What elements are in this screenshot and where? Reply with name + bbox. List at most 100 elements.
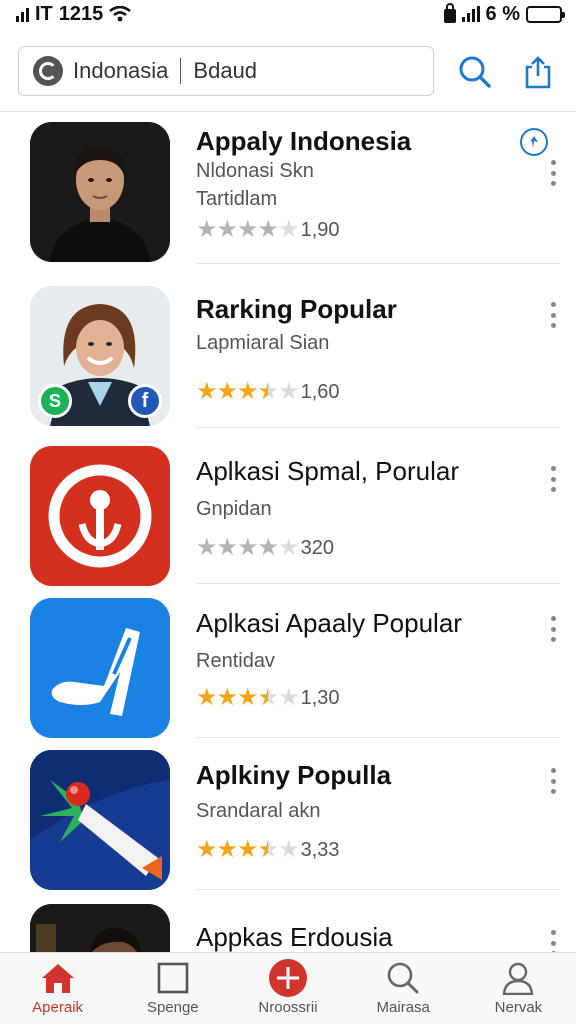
tab-add[interactable]: Nroossrii — [230, 953, 345, 1024]
share-button[interactable] — [518, 52, 558, 92]
tab-label: Spenge — [146, 999, 199, 1016]
rating-stars: ★ ★ ★ ★ ★ — [196, 684, 300, 711]
chat-badge-icon: S — [38, 384, 72, 418]
search-button[interactable] — [455, 52, 495, 92]
more-options-button[interactable] — [548, 930, 558, 952]
app-list-item[interactable]: Aplkasi Spmal, Porular Gnpidan ★ ★ ★ ★ ★ 320 — [0, 432, 576, 586]
portrait-partial-icon — [30, 904, 170, 952]
search-secondary: Bdaud — [193, 58, 258, 83]
status-bar: IT 1215 6 % — [0, 0, 576, 28]
star-icon: ★ — [216, 378, 238, 405]
star-icon: ★ — [216, 534, 238, 561]
star-icon: ★ — [237, 836, 258, 863]
star-icon: ★ — [257, 836, 279, 863]
app-subtitle: Srandaral akn — [196, 800, 321, 822]
header: Indonasia Bdaud — [0, 30, 576, 112]
pin-badge-icon[interactable] — [520, 128, 548, 156]
star-icon: ★ — [196, 684, 217, 711]
app-title: Aplkasi Spmal, Porular — [196, 456, 459, 486]
app-list-item[interactable]: Aplkasi Apaaly Popular Rentidav ★ ★ ★ ★ ★ 1,… — [0, 586, 576, 738]
app-title: Appkas Erdousia — [196, 922, 393, 952]
app-list-item[interactable]: Appkas Erdousia — [0, 890, 576, 952]
more-options-button[interactable] — [548, 616, 558, 642]
tab-home[interactable]: Aperaik — [0, 953, 115, 1024]
star-icon: ★ — [257, 684, 279, 711]
app-subtitle: Rentidav — [196, 650, 275, 672]
battery-icon — [526, 5, 565, 23]
star-icon: ★ — [278, 216, 299, 243]
star-icon: ★ — [237, 216, 258, 243]
social-badge-icon: f — [128, 384, 162, 418]
search-separator — [180, 58, 182, 84]
bottom-tab-bar: Aperaik Spenge Nroossrii Mairasa Nervak — [0, 952, 576, 1024]
app-rating: ★ ★ ★ ★ ★ 3,33 — [196, 838, 340, 862]
app-list-item[interactable]: Aplkiny Populla Srandaral akn ★ ★ ★ ★ ★ 3,33 — [0, 738, 576, 890]
row-divider — [196, 427, 560, 428]
more-options-button[interactable] — [548, 302, 558, 328]
search-icon — [459, 56, 491, 88]
star-icon: ★ — [196, 216, 217, 243]
cell-signal-icon — [461, 6, 480, 22]
star-icon: ★ — [278, 378, 299, 405]
tab-profile[interactable]: Nervak — [461, 953, 576, 1024]
star-icon: ★ — [278, 534, 299, 561]
star-icon: ★ — [196, 534, 217, 561]
app-title: Aplkasi Apaaly Popular — [196, 608, 462, 638]
app-title: Appaly Indonesia — [196, 126, 412, 156]
brand-logo-icon — [33, 56, 63, 86]
app-list-item[interactable]: Appaly Indonesia Nldonasi Skn Tartidlam … — [0, 112, 576, 264]
more-options-button[interactable] — [548, 768, 558, 794]
row-divider — [196, 263, 560, 264]
rating-stars: ★ ★ ★ ★ ★ — [196, 378, 300, 405]
app-list: Appaly Indonesia Nldonasi Skn Tartidlam … — [0, 112, 576, 952]
carrier-label: IT — [35, 2, 53, 25]
rating-value: 1,60 — [300, 380, 340, 403]
star-icon: ★ — [216, 216, 238, 243]
star-icon: ★ — [196, 836, 217, 863]
portrait-woman-icon: S f — [30, 286, 170, 426]
tab-label: Nervak — [494, 999, 543, 1016]
star-icon: ★ — [278, 684, 299, 711]
row-divider — [196, 583, 560, 584]
app-rating: ★ ★ ★ ★ ★ 1,60 — [196, 380, 340, 404]
status-right: 6 % — [443, 3, 565, 26]
star-icon: ★ — [237, 378, 258, 405]
rating-value: 3,33 — [300, 838, 340, 861]
app-rating: ★ ★ ★ ★ ★ 1,90 — [196, 218, 340, 242]
plus-circle-icon — [269, 959, 307, 997]
signal-icon — [16, 6, 29, 22]
portrait-man-icon — [30, 122, 170, 262]
rating-value: 1,30 — [300, 686, 340, 709]
star-icon: ★ — [196, 378, 217, 405]
home-icon — [41, 964, 74, 993]
rating-value: 1,90 — [300, 218, 340, 241]
rating-value: 320 — [300, 536, 334, 559]
blue-slash-app-icon — [30, 598, 170, 738]
more-options-button[interactable] — [548, 466, 558, 492]
app-subtitle: Lapmiaral Sian — [196, 332, 330, 354]
star-icon: ★ — [216, 684, 238, 711]
status-time: 1215 — [58, 2, 104, 25]
rocket-app-icon — [30, 750, 170, 890]
app-rating: ★ ★ ★ ★ ★ 320 — [196, 536, 334, 560]
share-icon — [525, 56, 551, 89]
star-icon: ★ — [237, 684, 258, 711]
tab-spenge[interactable]: Spenge — [115, 953, 230, 1024]
star-icon: ★ — [257, 534, 279, 561]
tab-label: Mairasa — [376, 999, 430, 1016]
app-title: Rarking Popular — [196, 294, 397, 324]
lock-icon — [443, 3, 456, 23]
person-icon — [503, 962, 534, 995]
app-rating: ★ ★ ★ ★ ★ 1,30 — [196, 686, 340, 710]
rating-stars: ★ ★ ★ ★ ★ — [196, 216, 300, 243]
app-subtitle: Nldonasi Skn — [196, 160, 314, 182]
search-input[interactable]: Indonasia Bdaud — [18, 46, 434, 96]
star-icon: ★ — [237, 534, 258, 561]
app-list-item[interactable]: S f Rarking Popular Lapmiaral Sian ★ ★ ★ ★ ★… — [0, 276, 576, 428]
more-options-button[interactable] — [548, 160, 558, 186]
app-subtitle-2: Tartidlam — [196, 188, 278, 210]
star-icon: ★ — [278, 836, 299, 863]
tab-search[interactable]: Mairasa — [346, 953, 461, 1024]
rating-stars: ★ ★ ★ ★ ★ — [196, 836, 300, 863]
star-icon: ★ — [257, 216, 279, 243]
